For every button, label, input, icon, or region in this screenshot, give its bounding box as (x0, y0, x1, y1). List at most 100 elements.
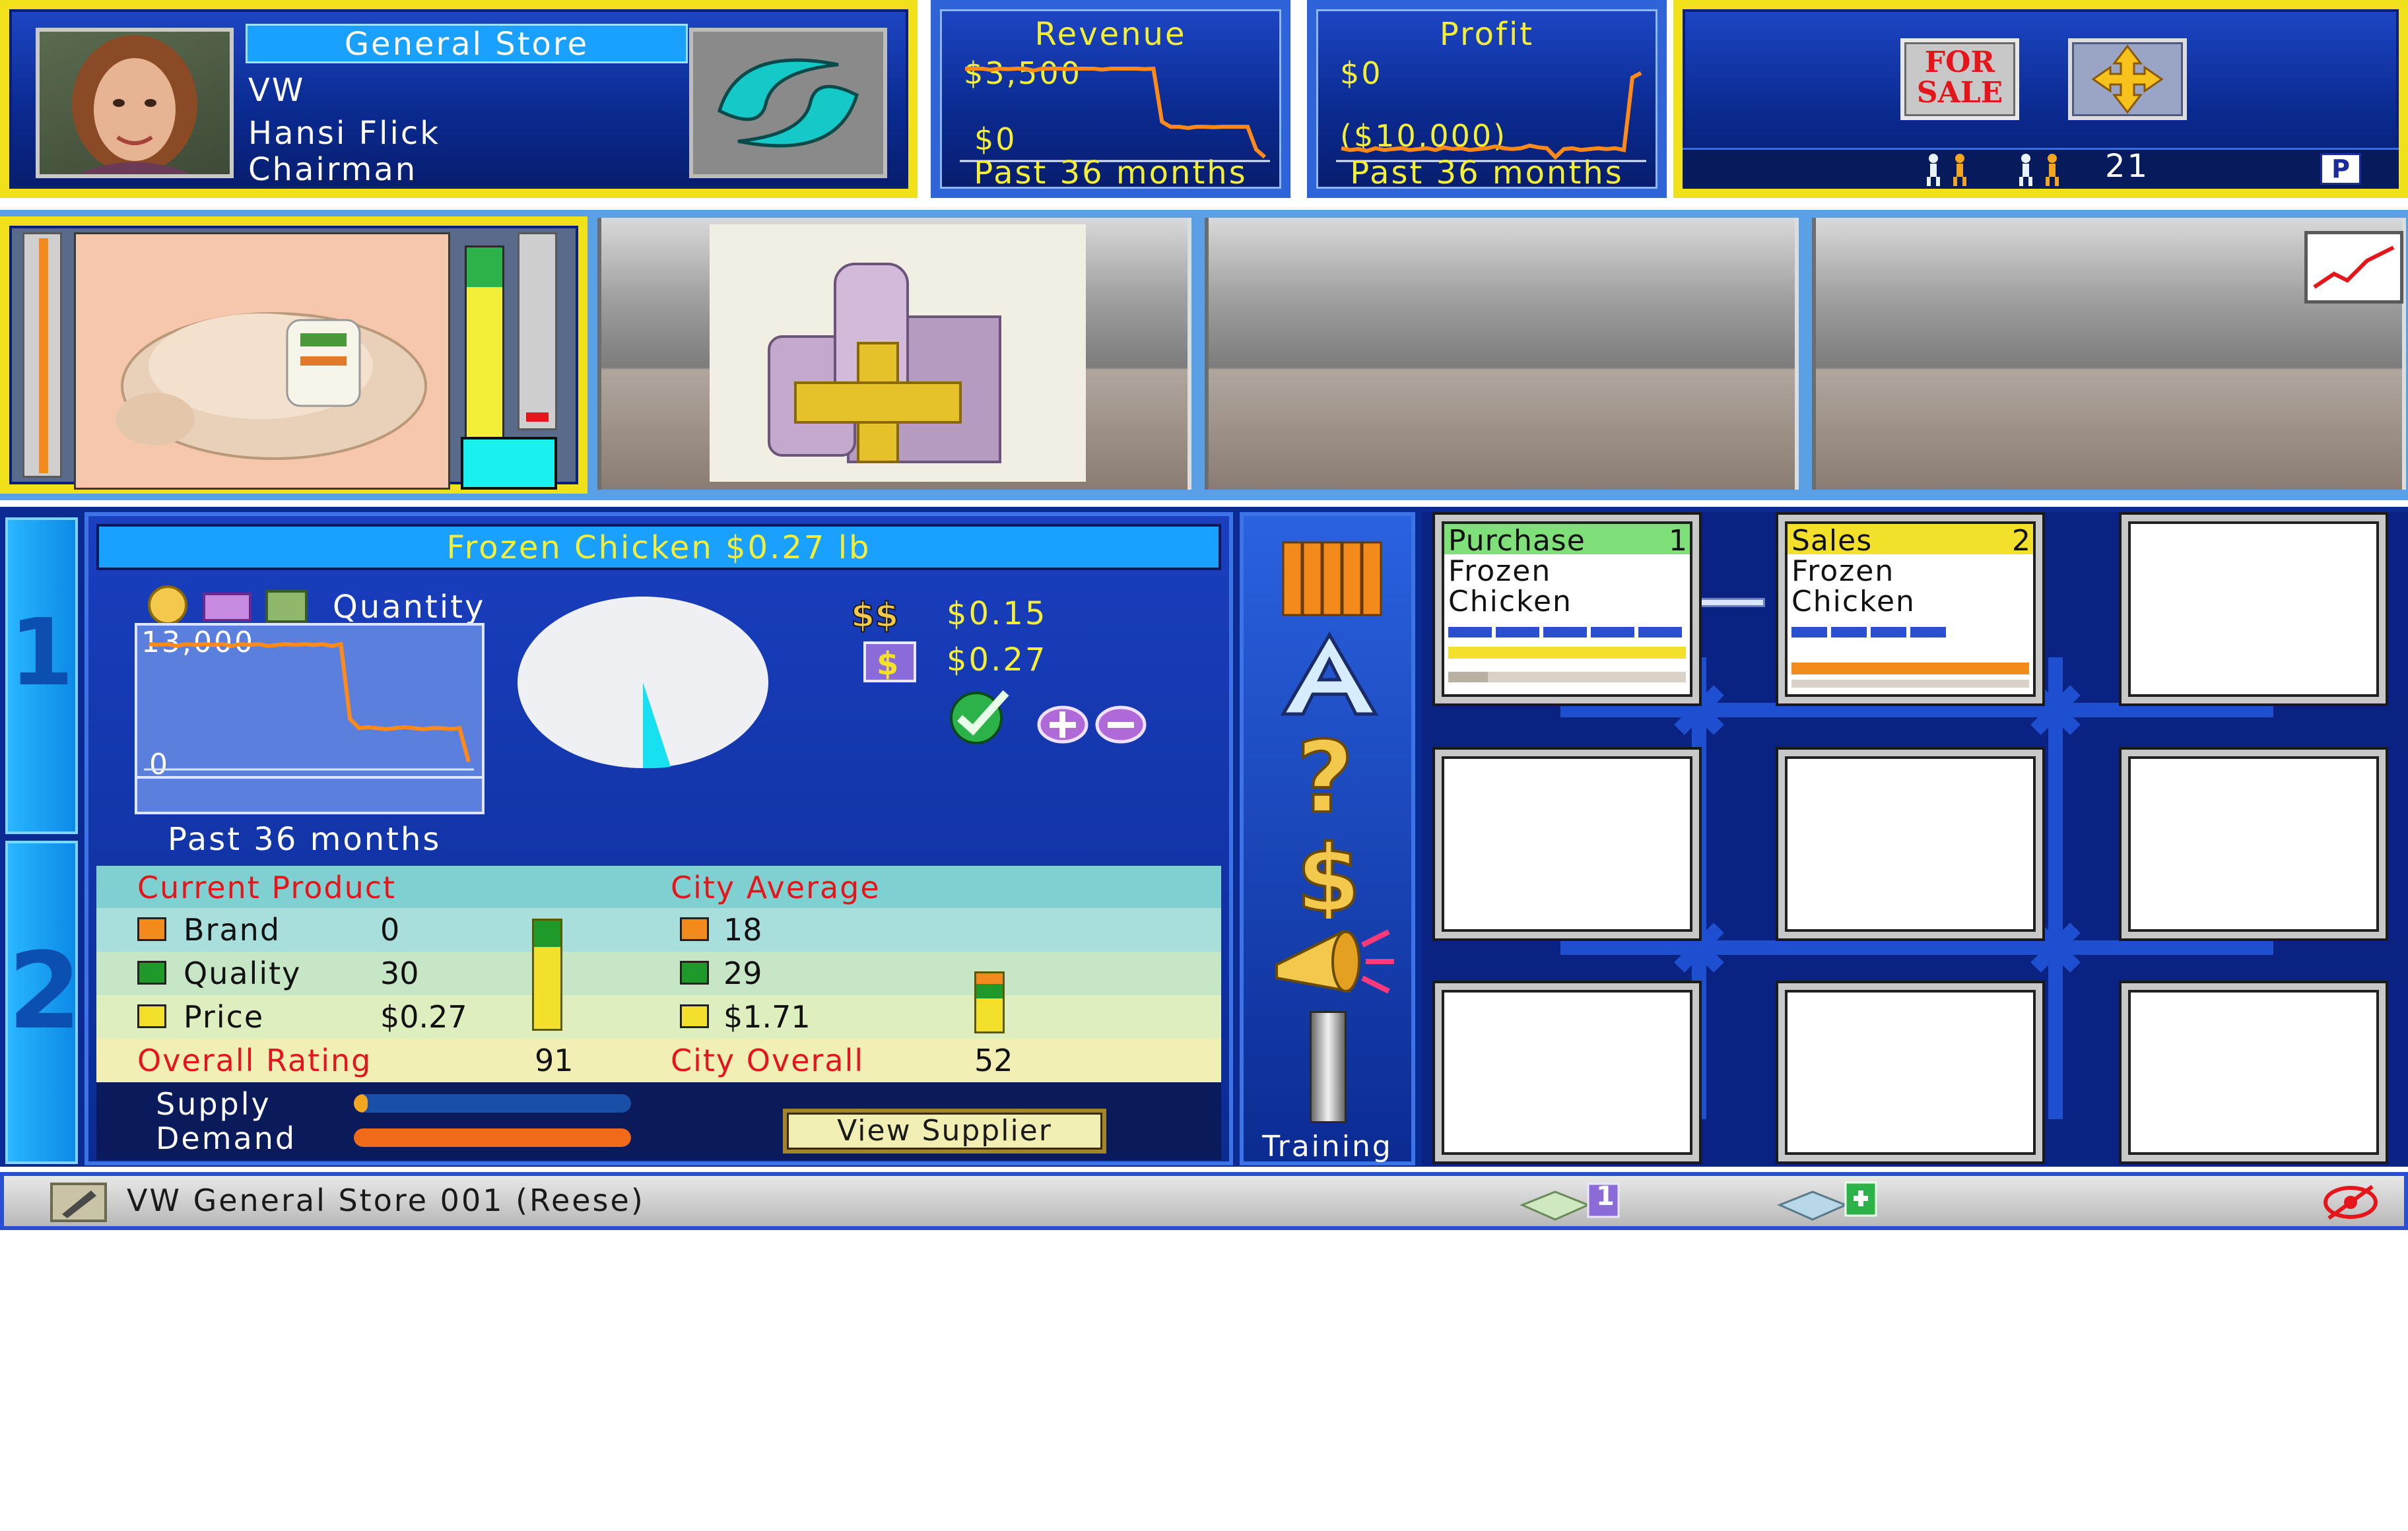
unit-empty-6[interactable] (2122, 750, 2386, 938)
profit-panel[interactable]: Profit $0 ($10,000) Past 36 months (1307, 0, 1667, 198)
cost-value: $0.15 (947, 595, 1048, 632)
side-tab-1[interactable]: 1 (5, 517, 78, 834)
move-button[interactable] (2068, 38, 2187, 120)
crate-icon (265, 590, 308, 623)
unit-empty-5[interactable] (1778, 750, 2042, 938)
binders-icon (1282, 541, 1382, 616)
company-logo[interactable] (689, 28, 887, 178)
unit-sales[interactable]: Sales 2 Frozen Chicken (1778, 515, 2042, 703)
market-share-pie (518, 597, 768, 769)
move-arrows-icon (2091, 44, 2164, 114)
side-tab-2[interactable]: 2 (5, 841, 81, 1164)
chart-toggle-button[interactable] (2304, 231, 2403, 304)
finance-button[interactable]: $ (1270, 824, 1389, 934)
unit-sales-bar-orange (1791, 663, 2029, 674)
quality-row: Quality 30 29 (96, 952, 1221, 995)
advertising-button[interactable] (1270, 628, 1389, 721)
revenue-panel[interactable]: Revenue $3,500 $0 Past 36 months (931, 0, 1290, 198)
quality-city-swatch (680, 961, 709, 985)
product-detail-panel: Frozen Chicken $0.27 lb Quantity 13,000 … (84, 512, 1233, 1165)
profit-title: Profit (1439, 16, 1535, 53)
dollar-sign-icon: $ (1295, 824, 1362, 934)
minus-icon (1095, 705, 1147, 744)
no-eye-icon (2324, 1185, 2378, 1220)
unit-grid: Purchase 1 Frozen Chicken Sales 2 Frozen… (1422, 512, 2408, 1165)
plus-icon (1037, 705, 1088, 744)
unit-sales-line2: Chicken (1791, 585, 1916, 618)
for-sale-button[interactable]: FOR SALE (1900, 38, 2019, 120)
unit-purchase-num: 1 (1669, 524, 1687, 558)
price-value: $0.27 (947, 641, 1048, 678)
letter-a-icon (1280, 632, 1379, 716)
quality-label: Quality (184, 956, 302, 991)
profit-period: Past 36 months (1350, 154, 1624, 191)
training-slider[interactable] (1310, 1011, 1347, 1123)
map-badge-number: 1 (1596, 1181, 1615, 1212)
unit-empty-9[interactable] (2122, 983, 2386, 1161)
demand-bar-fill (354, 1128, 631, 1147)
manager-title: Chairman (248, 151, 418, 188)
unit-purchase-line1: Frozen (1448, 554, 1552, 588)
close-view-button[interactable] (2321, 1181, 2380, 1223)
supply-bar-fill (354, 1094, 368, 1113)
product-slot-selected[interactable] (0, 216, 587, 494)
slot-right-gauge (518, 232, 557, 430)
overall-rating-value: 91 (535, 1043, 574, 1078)
store-type-label: General Store (246, 24, 688, 63)
checkmark-icon (950, 690, 1009, 744)
shelf-slot-2[interactable] (597, 218, 1191, 490)
brand-row: Brand 0 18 (96, 908, 1221, 952)
map-button[interactable]: 1 (1516, 1179, 1628, 1225)
pencil-icon (62, 1190, 96, 1218)
confirm-price-button[interactable] (940, 686, 1019, 746)
unit-purchase[interactable]: Purchase 1 Frozen Chicken (1435, 515, 1699, 703)
unit-empty-7[interactable] (1435, 983, 1699, 1161)
stock-gauge-top (467, 247, 502, 287)
brand-city-value: 18 (723, 912, 762, 948)
view-supplier-button[interactable]: View Supplier (783, 1109, 1106, 1154)
increase-price-button[interactable] (1036, 705, 1089, 744)
quantity-period: Past 36 months (168, 821, 442, 858)
edit-name-button[interactable] (50, 1183, 107, 1222)
quality-city-value: 29 (723, 956, 762, 991)
tool-column: ? $ Training (1240, 512, 1415, 1165)
unit-empty-4[interactable] (1435, 750, 1699, 938)
svg-text:$: $ (877, 645, 898, 682)
frozen-chicken-image[interactable] (74, 232, 450, 490)
unit-purchase-title: Purchase (1448, 524, 1586, 558)
manager-portrait[interactable] (36, 28, 234, 178)
unit-empty-8[interactable] (1778, 983, 2042, 1161)
revenue-title: Revenue (1034, 16, 1187, 53)
quantity-label: Quantity (333, 589, 486, 626)
parking-button[interactable]: P (2320, 153, 2361, 185)
supply-label: Supply (156, 1086, 271, 1122)
firm-name: VW General Store 001 (Reese) (127, 1183, 645, 1218)
price-label: Price (184, 999, 265, 1035)
unit-sales-bar-gray (1791, 680, 2029, 688)
manager-name: Hansi Flick (248, 115, 440, 152)
revenue-series-line (965, 66, 1266, 159)
building-add-icon (1777, 1181, 1877, 1221)
add-product-button[interactable] (710, 224, 1086, 482)
city-rating-bar-orange (976, 973, 1003, 984)
new-building-button[interactable] (1773, 1179, 1885, 1225)
unit-sales-num: 2 (2012, 524, 2030, 558)
question-mark-icon: ? (1295, 719, 1355, 837)
unit-purchase-line2: Chicken (1448, 585, 1572, 618)
promotion-button[interactable] (1263, 919, 1395, 1004)
profit-series-line (1341, 71, 1642, 160)
unit-sales-line1: Frozen (1791, 554, 1895, 588)
unit-sales-title: Sales (1791, 524, 1873, 558)
decrease-price-button[interactable] (1094, 705, 1147, 744)
unit-empty-3[interactable] (2122, 515, 2386, 703)
customer-count: 21 (2105, 148, 2150, 185)
brand-city-swatch (680, 917, 709, 941)
unit-purchase-header: Purchase 1 (1444, 524, 1690, 558)
price-city-swatch (680, 1004, 709, 1028)
shelf-slot-3[interactable] (1205, 218, 1799, 490)
status-bar: VW General Store 001 (Reese) 1 (0, 1172, 2408, 1230)
add-product-icon (768, 263, 1001, 463)
shelf-slot-4[interactable] (1812, 218, 2406, 490)
files-button[interactable] (1270, 529, 1389, 622)
help-button[interactable]: ? (1270, 719, 1389, 837)
